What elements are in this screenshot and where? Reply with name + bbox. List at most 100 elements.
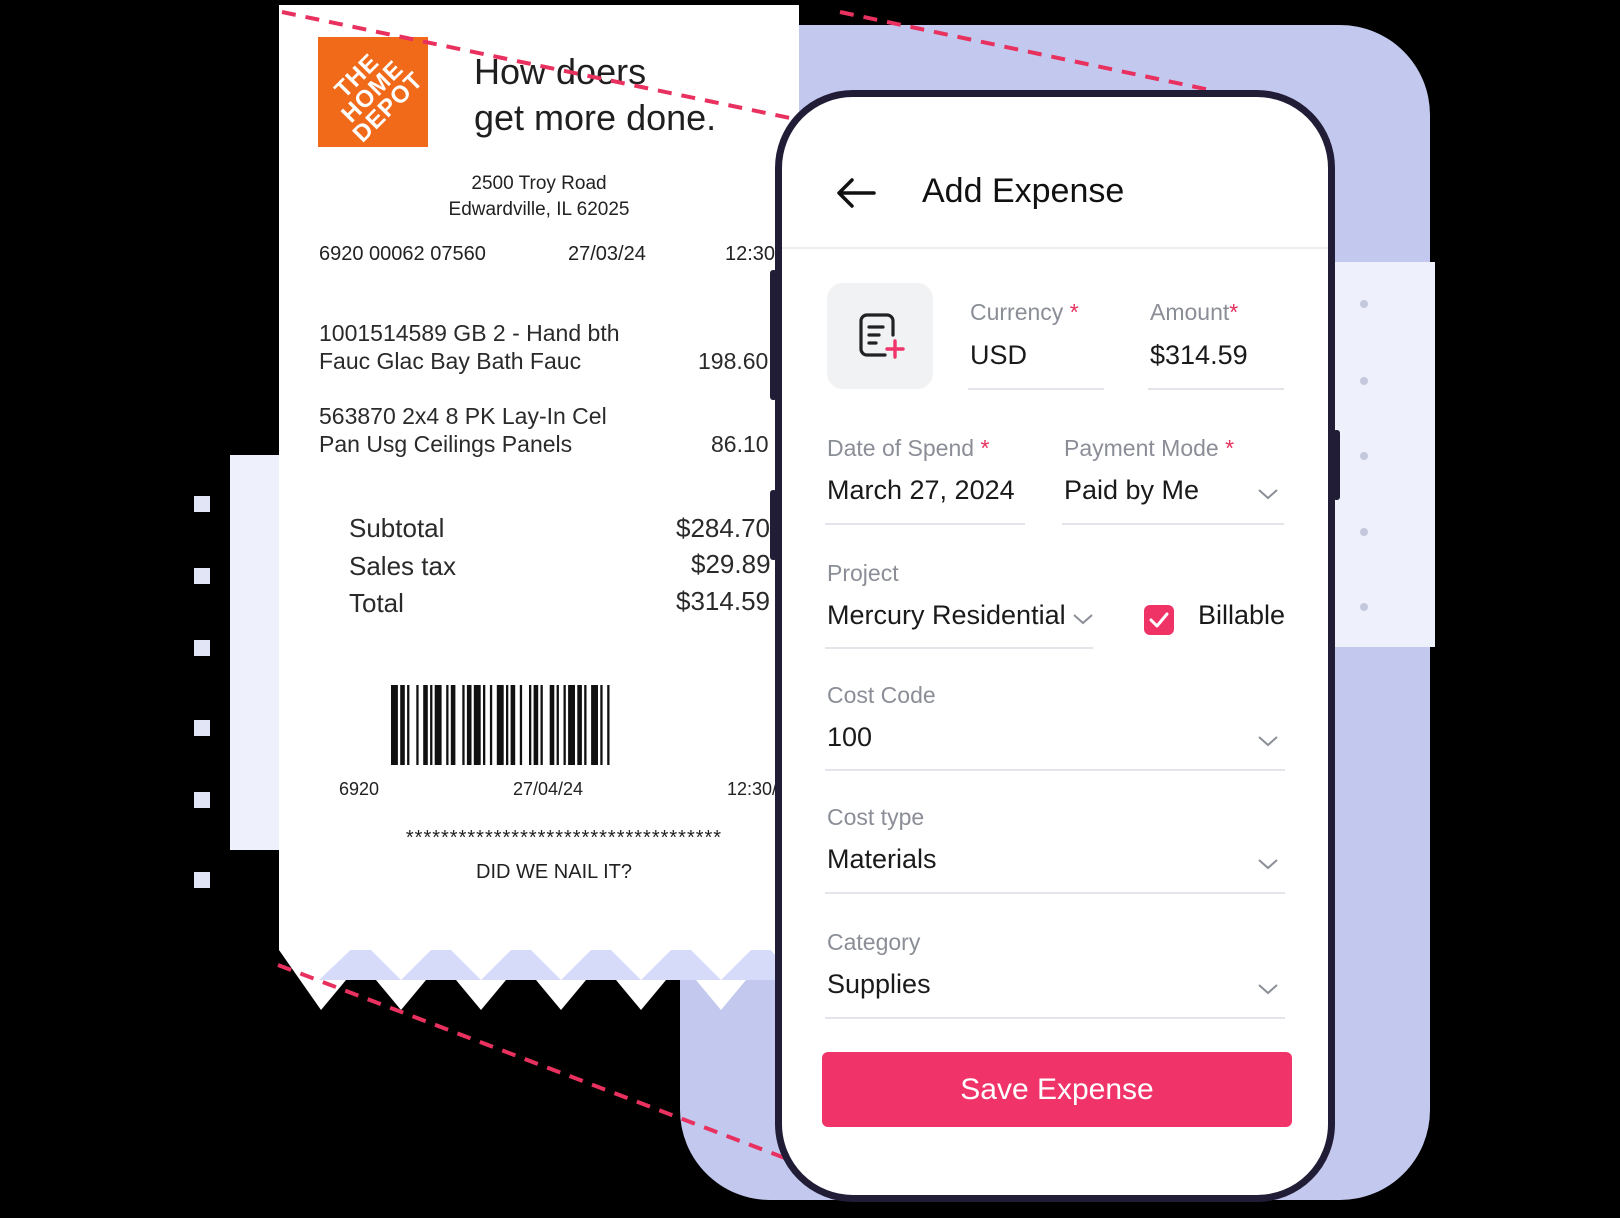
barcode-bar <box>568 685 575 765</box>
home-depot-logo: THE HOME DEPOT <box>318 37 429 148</box>
receipt-add-icon <box>859 313 905 359</box>
barcode-bar <box>540 685 543 765</box>
receipt-total-value: $284.70 <box>676 513 770 543</box>
category-select[interactable]: Supplies <box>827 969 931 1000</box>
amount-field[interactable]: $314.59 <box>1150 340 1248 371</box>
cost-code-select[interactable]: 100 <box>827 722 872 753</box>
chevron-down-icon[interactable] <box>1257 982 1279 996</box>
currency-label: Currency * <box>970 299 1079 326</box>
payment-underline <box>1062 523 1284 525</box>
arrow-left-icon[interactable] <box>834 175 878 211</box>
barcode-date: 27/04/24 <box>513 779 584 799</box>
required-mark: * <box>980 435 990 461</box>
barcode-bar <box>529 685 532 765</box>
logo-text: THE HOME DEPOT <box>329 48 429 148</box>
required-mark: * <box>1069 299 1079 325</box>
barcode-bar <box>600 685 603 765</box>
page-title: Add Expense <box>922 172 1125 210</box>
receipt-total-value: $29.89 <box>691 549 771 579</box>
receipt-total-value: $314.59 <box>676 586 770 616</box>
decor-dot <box>1360 300 1368 308</box>
amount-underline <box>1148 388 1284 390</box>
payment-select[interactable]: Paid by Me <box>1064 475 1199 506</box>
barcode-bar <box>563 685 566 765</box>
chevron-down-icon[interactable] <box>1072 612 1094 626</box>
barcode-bar <box>450 685 456 765</box>
decor-dot <box>1360 377 1368 385</box>
receipt-item-line: Pan Usg Ceilings Panels <box>319 431 573 457</box>
cost-code-underline <box>825 769 1285 771</box>
receipt-time: 12:30 <box>725 243 776 265</box>
barcode-bar <box>430 685 433 765</box>
receipt-total-label: Subtotal <box>349 513 445 543</box>
project-select[interactable]: Mercury Residential <box>827 600 1066 631</box>
chevron-down-icon[interactable] <box>1257 734 1279 748</box>
category-underline <box>825 1017 1285 1019</box>
receipt: THE HOME DEPOT How doers get more done. … <box>279 5 799 950</box>
project-label: Project <box>827 560 899 586</box>
decor-square <box>194 496 210 512</box>
decor-square <box>194 792 210 808</box>
barcode <box>391 685 610 765</box>
barcode-bar <box>407 685 410 765</box>
decor-dot <box>1360 452 1368 460</box>
barcode-bar <box>506 685 509 765</box>
decor-dot <box>1360 603 1368 611</box>
cost-code-label: Cost Code <box>827 682 936 708</box>
currency-underline <box>968 388 1104 390</box>
cost-type-label: Cost type <box>827 804 925 830</box>
barcode-bar <box>556 685 559 765</box>
chevron-down-icon[interactable] <box>1257 487 1279 501</box>
receipt-item-price: 198.60 <box>698 348 769 374</box>
barcode-bar <box>400 685 405 765</box>
receipt-total-label: Total <box>349 588 404 618</box>
receipt-code: 6920 00062 07560 <box>319 243 486 265</box>
date-label: Date of Spend * <box>827 435 989 462</box>
billable-checkbox[interactable] <box>1144 605 1174 635</box>
save-expense-button[interactable]: Save Expense <box>822 1052 1292 1127</box>
barcode-time: 12:30/ <box>727 779 778 799</box>
barcode-bar <box>434 685 442 765</box>
barcode-bar <box>496 685 504 765</box>
currency-label-text: Currency <box>970 299 1064 325</box>
billable-label: Billable <box>1198 600 1286 630</box>
amount-label: Amount* <box>1150 299 1238 326</box>
required-mark: * <box>1225 435 1235 461</box>
receipt-footer: DID WE NAIL IT? <box>476 861 632 883</box>
amount-label-text: Amount <box>1150 299 1230 325</box>
required-mark: * <box>1229 299 1239 325</box>
receipt-tagline: How doers get more done. <box>474 51 717 138</box>
category-label: Category <box>827 929 921 955</box>
decor-square <box>194 568 210 584</box>
barcode-code: 6920 <box>339 779 380 799</box>
date-underline <box>825 523 1025 525</box>
barcode-bar <box>462 685 465 765</box>
header-divider <box>782 247 1328 249</box>
barcode-bar <box>591 685 598 765</box>
barcode-bar <box>584 685 587 765</box>
barcode-bar <box>519 685 523 765</box>
decor-square <box>194 640 210 656</box>
receipt-item-line: 563870 2x4 8 PK Lay-In Cel <box>319 403 607 429</box>
date-field[interactable]: March 27, 2024 <box>827 475 1015 506</box>
decor-square <box>194 720 210 736</box>
barcode-bar <box>607 685 610 765</box>
barcode-bar <box>423 685 428 765</box>
receipt-date: 27/03/24 <box>568 243 646 265</box>
barcode-bar <box>483 685 486 765</box>
payment-label-text: Payment Mode <box>1064 435 1219 461</box>
barcode-bar <box>533 685 539 765</box>
receipt-upload-button[interactable] <box>827 283 933 389</box>
barcode-bar <box>416 685 419 765</box>
receipt-item-line: 1001514589 GB 2 - Hand bth <box>319 320 620 346</box>
currency-field[interactable]: USD <box>970 340 1027 371</box>
barcode-bar <box>549 685 555 765</box>
cost-type-select[interactable]: Materials <box>827 844 937 875</box>
chevron-down-icon[interactable] <box>1257 857 1279 871</box>
decor-dot <box>1360 528 1368 536</box>
receipt-item-line: Fauc Glac Bay Bath Fauc <box>319 348 582 374</box>
receipt-stars: ************************************ <box>405 827 723 849</box>
barcode-bar <box>489 685 493 765</box>
barcode-bar <box>466 685 472 765</box>
project-underline <box>825 647 1093 649</box>
